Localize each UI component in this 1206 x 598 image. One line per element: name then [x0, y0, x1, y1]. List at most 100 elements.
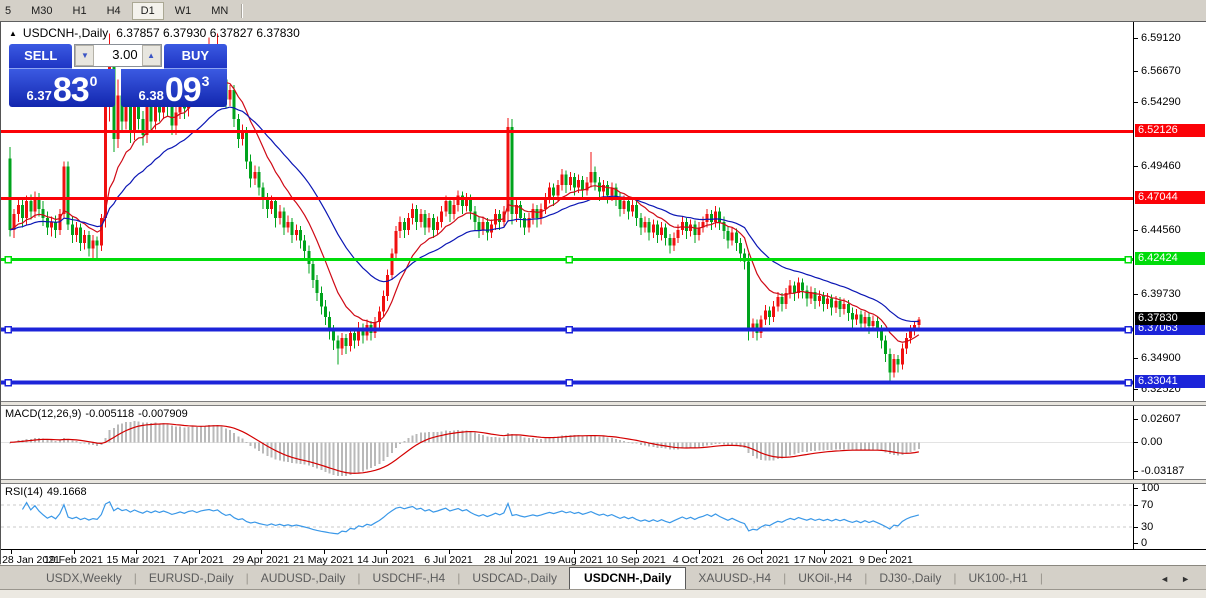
sell-price-big: 83	[52, 71, 90, 109]
level-handle[interactable]	[4, 378, 12, 387]
rsi-tick-mark	[1134, 488, 1138, 489]
price-tick-label: 6.44560	[1141, 224, 1181, 237]
chart-title-symbol: USDCNH-,Daily	[22, 26, 109, 40]
rsi-name: RSI(14)	[5, 486, 43, 498]
price-tick-mark	[1134, 230, 1138, 231]
price-tick-label: 6.56670	[1141, 64, 1181, 77]
chart-tab-xauusd[interactable]: XAUUSD-,H4	[686, 568, 783, 589]
buy-price-big: 09	[164, 71, 202, 109]
current-price-badge: 6.37830	[1135, 312, 1205, 326]
timeframe-button-m30[interactable]: M30	[22, 2, 61, 20]
volume-decrease-button[interactable]: ▼	[75, 45, 95, 66]
timeframe-button-h4[interactable]: H4	[98, 2, 130, 20]
price-tick-mark	[1134, 102, 1138, 103]
macd-axis: 0.02607 0.00 -0.03187	[1133, 406, 1206, 479]
level-price-badge: 6.42424	[1135, 251, 1205, 265]
sell-button[interactable]: SELL	[9, 44, 73, 69]
price-axis[interactable]: 6.59120 6.56670 6.54290 6.49460 6.44560 6.397…	[1133, 22, 1206, 401]
timeframe-button-h1[interactable]: H1	[64, 2, 96, 20]
macd-pane-row: 0.02607 0.00 -0.03187 MACD(12,26,9) -0.0051…	[1, 406, 1206, 479]
volume-input[interactable]: 3.00	[94, 45, 141, 66]
level-handle[interactable]	[1124, 378, 1132, 387]
rsi-line	[21, 500, 920, 535]
price-tick-label: 6.49460	[1141, 159, 1181, 172]
chart-tab-dj30[interactable]: DJ30-,Daily	[867, 568, 953, 589]
symbol-dropdown-icon[interactable]: ▲	[9, 29, 17, 38]
timeframe-button-d1[interactable]: D1	[131, 1, 164, 20]
chart-tab-usdchf[interactable]: USDCHF-,H4	[361, 568, 458, 589]
tab-scroll-right-button[interactable]: ►	[1175, 572, 1196, 586]
macd-name: MACD(12,26,9)	[5, 408, 82, 420]
price-tick-label: 6.59120	[1141, 32, 1181, 45]
chart-title: ▲ USDCNH-,Daily 6.37857 6.37930 6.37827 6.…	[9, 26, 300, 40]
volume-control: ▼ 3.00 ▲	[74, 44, 162, 67]
toolbar-separator	[241, 3, 244, 18]
sell-price-small: 6.37	[26, 88, 52, 103]
buy-price-display[interactable]: 6.38 09 3	[121, 69, 227, 107]
macd-tick-label: 0.00	[1141, 436, 1163, 449]
rsi-plot[interactable]	[1, 484, 1133, 549]
buy-button[interactable]: BUY	[163, 44, 228, 69]
chart-title-ohlc: 6.37857 6.37930 6.37827 6.37830	[116, 26, 300, 40]
rsi-axis: 100 70 30 0	[1133, 482, 1206, 550]
level-line[interactable]	[1, 325, 1133, 334]
price-tick-mark	[1134, 389, 1138, 390]
rsi-tick-mark	[1134, 527, 1138, 528]
rsi-value: 49.1668	[46, 486, 87, 498]
chart-tab-bar: USDX,Weekly | EURUSD-,Daily | AUDUSD-,Daily |…	[0, 565, 1206, 590]
level-price-badge: 6.52126	[1135, 123, 1205, 137]
rsi-label: RSI(14) 49.1668	[5, 486, 91, 498]
rsi-tick-label: 100	[1141, 482, 1160, 495]
buy-price-small: 6.38	[138, 88, 164, 103]
rsi-tick-mark	[1134, 543, 1138, 544]
macd-histogram	[9, 421, 920, 477]
level-price-badge: 6.47044	[1135, 190, 1205, 204]
chart-tab-ukoil[interactable]: UKOil-,H4	[786, 568, 864, 589]
timeframe-toolbar: 5 M30 H1 H4 D1 W1 MN	[0, 0, 1206, 22]
chart-tab-uk100[interactable]: UK100-,H1	[956, 568, 1039, 589]
price-pane-row: 6.59120 6.56670 6.54290 6.49460 6.44560 6.397…	[1, 22, 1206, 401]
level-handle[interactable]	[4, 325, 12, 334]
price-tick-mark	[1134, 294, 1138, 295]
rsi-tick-label: 70	[1141, 498, 1154, 511]
chart-window: 6.59120 6.56670 6.54290 6.49460 6.44560 6.397…	[0, 22, 1206, 568]
level-handle[interactable]	[1124, 325, 1132, 334]
sell-price-display[interactable]: 6.37 83 0	[9, 69, 115, 107]
chart-tab-usdx[interactable]: USDX,Weekly	[34, 568, 134, 589]
tab-separator: |	[1039, 571, 1043, 585]
macd-tick-mark	[1134, 419, 1138, 420]
level-handle[interactable]	[565, 325, 573, 334]
macd-label: MACD(12,26,9) -0.005118 -0.007909	[5, 408, 192, 420]
level-handle[interactable]	[1124, 255, 1132, 264]
chart-tab-usdcad[interactable]: USDCAD-,Daily	[460, 568, 569, 589]
macd-tick-label: -0.03187	[1141, 465, 1185, 478]
level-handle[interactable]	[565, 378, 573, 387]
chart-tab-usdcnh[interactable]: USDCNH-,Daily	[569, 567, 687, 590]
tab-scroll-arrows: ◄ ►	[1154, 572, 1206, 589]
macd-value-signal: -0.007909	[138, 408, 188, 420]
macd-tick-mark	[1134, 471, 1138, 472]
tab-scroll-left-button[interactable]: ◄	[1154, 572, 1175, 586]
chart-tab-audusd[interactable]: AUDUSD-,Daily	[249, 568, 358, 589]
price-tick-mark	[1134, 71, 1138, 72]
chart-tab-eurusd[interactable]: EURUSD-,Daily	[137, 568, 246, 589]
timeframe-button-mn[interactable]: MN	[202, 2, 237, 20]
rsi-tick-mark	[1134, 505, 1138, 506]
price-tick-mark	[1134, 166, 1138, 167]
rsi-tick-label: 30	[1141, 520, 1154, 533]
level-handle[interactable]	[565, 255, 573, 264]
macd-value-main: -0.005118	[85, 408, 135, 420]
rsi-tick-label: 0	[1141, 537, 1148, 550]
mt4-terminal: 5 M30 H1 H4 D1 W1 MN 6.59120 6.56670 6.54290 6.49…	[0, 0, 1206, 598]
timeframe-button-w1[interactable]: W1	[166, 2, 201, 20]
level-line[interactable]	[1, 255, 1133, 264]
buy-price-sup: 3	[201, 73, 210, 89]
macd-tick-label: 0.02607	[1141, 412, 1181, 425]
timeframe-button-5[interactable]: 5	[0, 2, 20, 20]
level-handle[interactable]	[4, 255, 12, 264]
macd-tick-mark	[1134, 442, 1138, 443]
volume-increase-button[interactable]: ▲	[141, 45, 161, 66]
level-price-badge: 6.33041	[1135, 375, 1205, 389]
level-line[interactable]	[1, 378, 1133, 387]
price-tick-label: 6.39730	[1141, 288, 1181, 301]
